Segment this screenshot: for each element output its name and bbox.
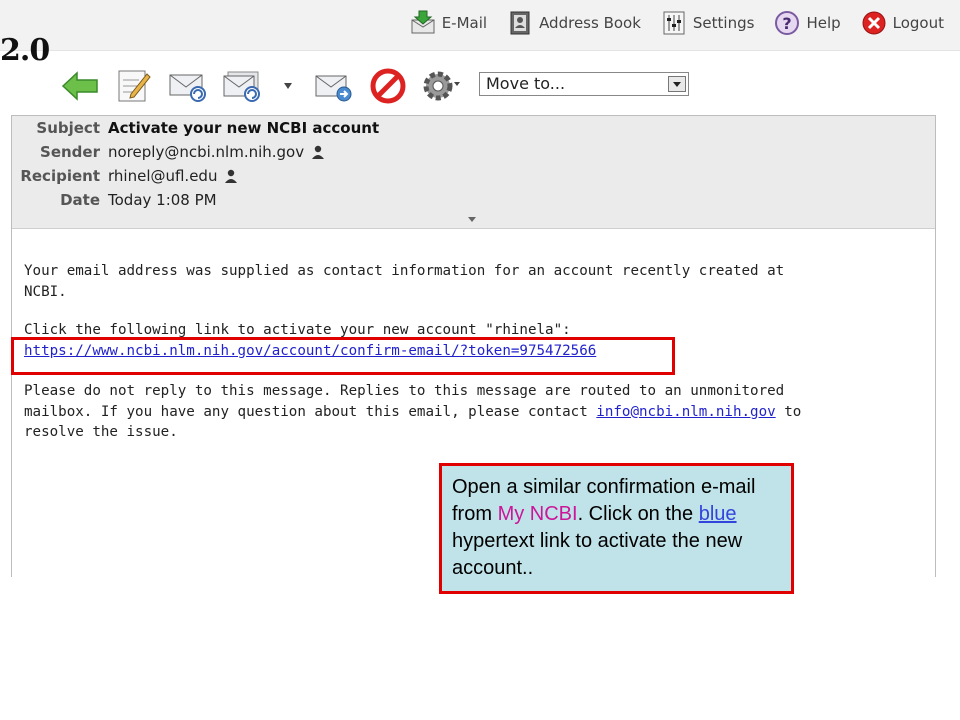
help-nav-label: Help xyxy=(806,14,841,32)
settings-sliders-icon xyxy=(663,11,685,35)
help-nav-item[interactable]: ? Help xyxy=(774,10,841,36)
subject-row: Subject Activate your new NCBI account xyxy=(12,116,935,140)
move-to-value: Move to... xyxy=(486,74,566,93)
sender-label: Sender xyxy=(40,143,100,161)
body-line: NCBI. xyxy=(24,283,67,300)
date-row: Date Today 1:08 PM xyxy=(12,188,935,212)
body-line: Please do not reply to this message. Rep… xyxy=(24,383,785,399)
recipient-value-group: rhinel@ufl.edu xyxy=(108,167,238,185)
top-bar: E-Mail Address Book Settings ? Help Logo… xyxy=(0,0,960,51)
email-nav-label: E-Mail xyxy=(441,14,488,32)
address-book-nav-item[interactable]: Address Book xyxy=(507,10,641,36)
sender-row: Sender noreply@ncbi.nlm.nih.gov xyxy=(12,140,935,164)
help-question-icon: ? xyxy=(775,11,800,35)
recipient-label: Recipient xyxy=(20,167,100,185)
callout-text: . Click on the xyxy=(577,503,699,525)
email-nav-item[interactable]: E-Mail xyxy=(410,10,487,36)
message-toolbar xyxy=(60,64,462,108)
delete-button[interactable] xyxy=(368,66,408,106)
chevron-down-icon[interactable] xyxy=(668,76,686,92)
instruction-callout: Open a similar confirmation e-mail from … xyxy=(439,463,794,594)
person-icon[interactable] xyxy=(225,169,238,183)
link-highlight-box xyxy=(11,337,675,375)
reply-button[interactable] xyxy=(168,66,208,106)
forward-button[interactable] xyxy=(314,66,354,106)
callout-my-ncbi: My NCBI xyxy=(497,503,578,525)
body-paragraph-1: Your email address was supplied as conta… xyxy=(24,261,914,302)
sender-value: noreply@ncbi.nlm.nih.gov xyxy=(108,143,305,161)
recipient-row: Recipient rhinel@ufl.edu xyxy=(12,164,935,188)
reply-envelope-icon xyxy=(169,74,206,102)
body-line: mailbox. If you have any question about … xyxy=(24,403,597,420)
move-to-select[interactable]: Move to... xyxy=(479,72,689,96)
recipient-value: rhinel@ufl.edu xyxy=(108,167,218,185)
delete-no-entry-icon xyxy=(370,68,406,104)
reply-all-button[interactable] xyxy=(222,66,262,106)
callout-blue-word: blue xyxy=(698,503,737,525)
settings-nav-label: Settings xyxy=(692,14,755,32)
forward-envelope-icon xyxy=(315,75,352,102)
svg-text:?: ? xyxy=(783,14,792,33)
callout-text: hypertext link to activate the new accou… xyxy=(452,530,743,579)
settings-nav-item[interactable]: Settings xyxy=(661,10,755,36)
body-line: Your email address was supplied as conta… xyxy=(24,263,785,279)
back-button[interactable] xyxy=(60,66,100,106)
subject-label: Subject xyxy=(36,119,100,137)
logout-nav-label: Logout xyxy=(892,14,944,32)
subject-value: Activate your new NCBI account xyxy=(108,119,380,137)
sender-value-group: noreply@ncbi.nlm.nih.gov xyxy=(108,143,325,161)
date-value: Today 1:08 PM xyxy=(108,191,217,209)
person-icon[interactable] xyxy=(312,145,325,159)
logout-nav-item[interactable]: Logout xyxy=(861,10,944,36)
reply-options-dropdown[interactable] xyxy=(276,66,300,106)
back-arrow-icon xyxy=(61,71,98,101)
message-headers: Subject Activate your new NCBI account S… xyxy=(12,116,935,229)
body-line: resolve the issue. xyxy=(24,424,178,440)
body-line: to xyxy=(775,403,802,420)
compose-pencil-icon xyxy=(118,70,151,102)
logout-x-icon xyxy=(862,11,886,35)
reply-all-envelope-icon xyxy=(223,71,260,102)
message-options-button[interactable] xyxy=(422,66,462,106)
address-book-nav-label: Address Book xyxy=(539,14,641,32)
address-book-icon xyxy=(510,11,530,35)
collapse-headers-icon[interactable] xyxy=(468,217,476,222)
date-label: Date xyxy=(60,191,100,209)
app-version-logo: 2.0 xyxy=(0,33,50,68)
compose-button[interactable] xyxy=(114,66,154,106)
contact-email-link[interactable]: info@ncbi.nlm.nih.gov xyxy=(596,404,775,420)
email-download-icon xyxy=(411,10,435,34)
body-paragraph-3: Please do not reply to this message. Rep… xyxy=(24,381,914,443)
top-navigation: E-Mail Address Book Settings ? Help Logo… xyxy=(410,10,944,36)
gear-icon xyxy=(423,71,460,101)
dropdown-caret-icon xyxy=(284,83,292,89)
